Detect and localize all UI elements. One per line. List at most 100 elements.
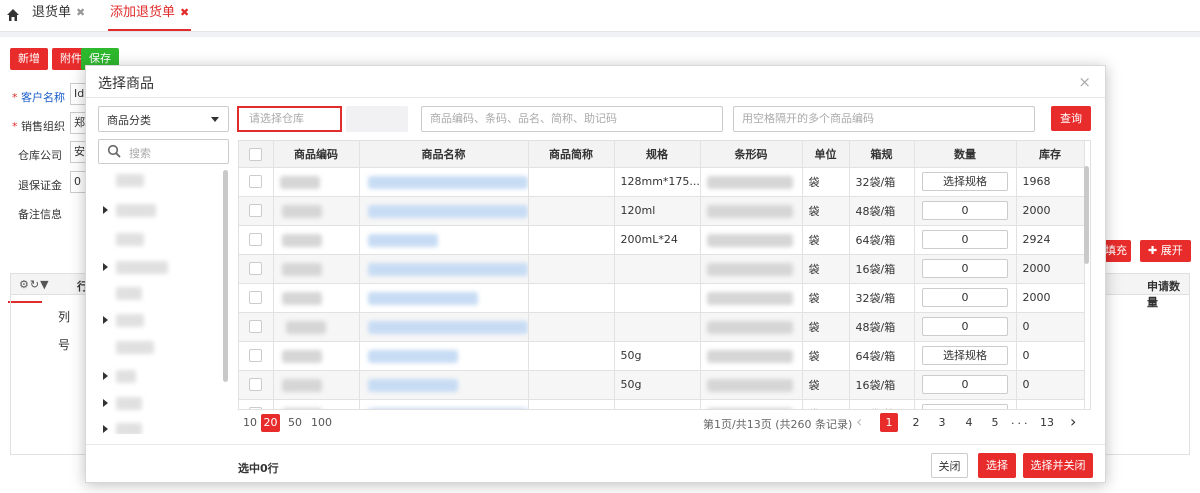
query-button[interactable]: 查询 bbox=[1051, 106, 1091, 131]
table-row[interactable]: 袋32袋/箱 0 0 bbox=[239, 399, 1085, 409]
qty-input[interactable]: 0 bbox=[922, 230, 1008, 249]
row-checkbox[interactable] bbox=[239, 167, 274, 197]
qty-input[interactable]: 0 bbox=[922, 317, 1008, 336]
table-row[interactable]: 200mL*24 袋 64袋/箱 0 2924 bbox=[239, 225, 1085, 255]
goods-short-cell bbox=[528, 254, 615, 284]
row-checkbox[interactable] bbox=[239, 283, 274, 313]
tree-search-input[interactable]: 搜索 bbox=[98, 139, 229, 164]
row-checkbox[interactable] bbox=[239, 196, 274, 226]
grid-tools-icons[interactable]: ⚙↻▼ bbox=[19, 278, 50, 291]
goods-name-cell bbox=[359, 254, 529, 284]
page-size-10[interactable]: 10 bbox=[243, 414, 257, 432]
qty-cell: 0 bbox=[914, 370, 1017, 400]
goods-code-search-input[interactable]: 商品编码、条码、品名、简称、助记码 bbox=[421, 106, 723, 132]
qty-input[interactable]: 0 bbox=[922, 288, 1008, 307]
close-icon[interactable]: ✖ bbox=[180, 6, 189, 19]
goods-name-cell bbox=[359, 283, 529, 313]
close-button[interactable]: 关闭 bbox=[931, 453, 968, 478]
plus-icon: ✚ bbox=[1148, 244, 1161, 257]
expand-button[interactable]: ✚ 展开 bbox=[1140, 240, 1191, 262]
tree-node[interactable] bbox=[98, 233, 218, 247]
page-size-20[interactable]: 20 bbox=[261, 414, 280, 432]
qty-cell: 0 bbox=[914, 312, 1017, 342]
page-5[interactable]: 5 bbox=[986, 413, 1004, 432]
select-and-close-button[interactable]: 选择并关闭 bbox=[1023, 453, 1093, 478]
tab-add-return-order[interactable]: 添加退货单 ✖ bbox=[108, 0, 192, 31]
modal-title: 选择商品 bbox=[98, 76, 154, 92]
chevron-right-icon[interactable]: › bbox=[1070, 412, 1076, 431]
unit-cell: 袋 bbox=[802, 167, 850, 197]
barcode-cell bbox=[700, 399, 803, 409]
tab-label: 退货单 bbox=[32, 5, 72, 20]
deposit-field[interactable]: 0 bbox=[70, 171, 86, 193]
new-button[interactable]: 新增 bbox=[10, 48, 48, 70]
customer-field[interactable]: Id bbox=[70, 83, 86, 105]
table-row[interactable]: 50g 袋 16袋/箱 0 0 bbox=[239, 370, 1085, 400]
page-4[interactable]: 4 bbox=[960, 413, 978, 432]
warehouse-company-field[interactable]: 安 bbox=[70, 141, 86, 163]
row-checkbox[interactable] bbox=[239, 341, 274, 371]
tree-node[interactable] bbox=[98, 397, 218, 411]
tree-node[interactable] bbox=[98, 261, 218, 275]
row-checkbox[interactable] bbox=[239, 399, 274, 409]
unit-cell: 袋 bbox=[802, 254, 850, 284]
category-tree bbox=[98, 166, 229, 434]
goods-name-cell bbox=[359, 370, 529, 400]
choose-spec-button[interactable]: 选择规格 bbox=[922, 346, 1008, 365]
tree-node[interactable] bbox=[98, 314, 218, 328]
col-goods-short: 商品简称 bbox=[528, 141, 615, 168]
tree-node[interactable] bbox=[98, 341, 218, 355]
tree-node[interactable] bbox=[98, 204, 218, 218]
goods-code-cell bbox=[273, 399, 360, 409]
goods-short-cell bbox=[528, 196, 615, 226]
qty-input[interactable]: 0 bbox=[922, 375, 1008, 394]
row-checkbox[interactable] bbox=[239, 312, 274, 342]
grid-scrollbar[interactable] bbox=[1084, 166, 1089, 264]
goods-code-cell bbox=[273, 254, 360, 284]
row-checkbox[interactable] bbox=[239, 370, 274, 400]
page-1[interactable]: 1 bbox=[880, 413, 898, 432]
tree-node[interactable] bbox=[98, 174, 218, 188]
page-size-100[interactable]: 100 bbox=[311, 414, 332, 432]
select-all-checkbox[interactable] bbox=[239, 141, 274, 168]
home-icon[interactable] bbox=[6, 8, 20, 22]
page-last[interactable]: 13 bbox=[1038, 413, 1056, 432]
qty-input[interactable]: 0 bbox=[922, 201, 1008, 220]
table-row[interactable]: 120ml 袋 48袋/箱 0 2000 bbox=[239, 196, 1085, 226]
tree-node[interactable] bbox=[98, 370, 218, 384]
table-row[interactable]: 袋 32袋/箱 0 2000 bbox=[239, 283, 1085, 313]
page-3[interactable]: 3 bbox=[933, 413, 951, 432]
barcode-cell bbox=[700, 312, 803, 342]
select-button[interactable]: 选择 bbox=[978, 453, 1016, 478]
table-row[interactable]: 袋 48袋/箱 0 0 bbox=[239, 312, 1085, 342]
choose-spec-button[interactable]: 选择规格 bbox=[922, 172, 1008, 191]
goods-code-cell bbox=[273, 312, 360, 342]
close-icon[interactable]: × bbox=[1078, 73, 1091, 91]
multi-code-input[interactable]: 用空格隔开的多个商品编码 bbox=[733, 106, 1035, 132]
spec-cell bbox=[614, 254, 701, 284]
warehouse-input[interactable]: 请选择仓库 bbox=[237, 106, 342, 132]
category-select[interactable]: 商品分类 bbox=[98, 106, 229, 132]
tree-scrollbar[interactable] bbox=[223, 170, 228, 382]
col-spec: 规格 bbox=[614, 141, 701, 168]
page-size-50[interactable]: 50 bbox=[288, 414, 302, 432]
tab-return-order[interactable]: 退货单 ✖ bbox=[32, 0, 85, 31]
select-goods-modal: 选择商品 × 商品分类 请选择仓库 商品编码、条码、品名、简称、助记码 用空格隔… bbox=[85, 65, 1106, 483]
warehouse-extra-field[interactable] bbox=[346, 106, 408, 132]
qty-input[interactable]: 0 bbox=[922, 259, 1008, 278]
close-icon[interactable]: ✖ bbox=[76, 6, 85, 19]
chevron-left-icon[interactable]: ‹ bbox=[856, 412, 862, 431]
spec-cell bbox=[614, 283, 701, 313]
tree-node[interactable] bbox=[98, 287, 218, 301]
row-checkbox[interactable] bbox=[239, 225, 274, 255]
row-checkbox[interactable] bbox=[239, 254, 274, 284]
sales-org-field[interactable]: 郑 bbox=[70, 112, 86, 134]
qty-input[interactable]: 0 bbox=[922, 404, 1008, 409]
table-row[interactable]: 50g 袋 64袋/箱 选择规格 0 bbox=[239, 341, 1085, 371]
table-row[interactable]: 128mm*175... 袋 32袋/箱 选择规格 1968 bbox=[239, 167, 1085, 197]
page-2[interactable]: 2 bbox=[907, 413, 925, 432]
table-row[interactable]: 袋 16袋/箱 0 2000 bbox=[239, 254, 1085, 284]
stock-cell: 2000 bbox=[1016, 283, 1085, 313]
tree-node[interactable] bbox=[98, 423, 218, 434]
qty-cell: 选择规格 bbox=[914, 341, 1017, 371]
